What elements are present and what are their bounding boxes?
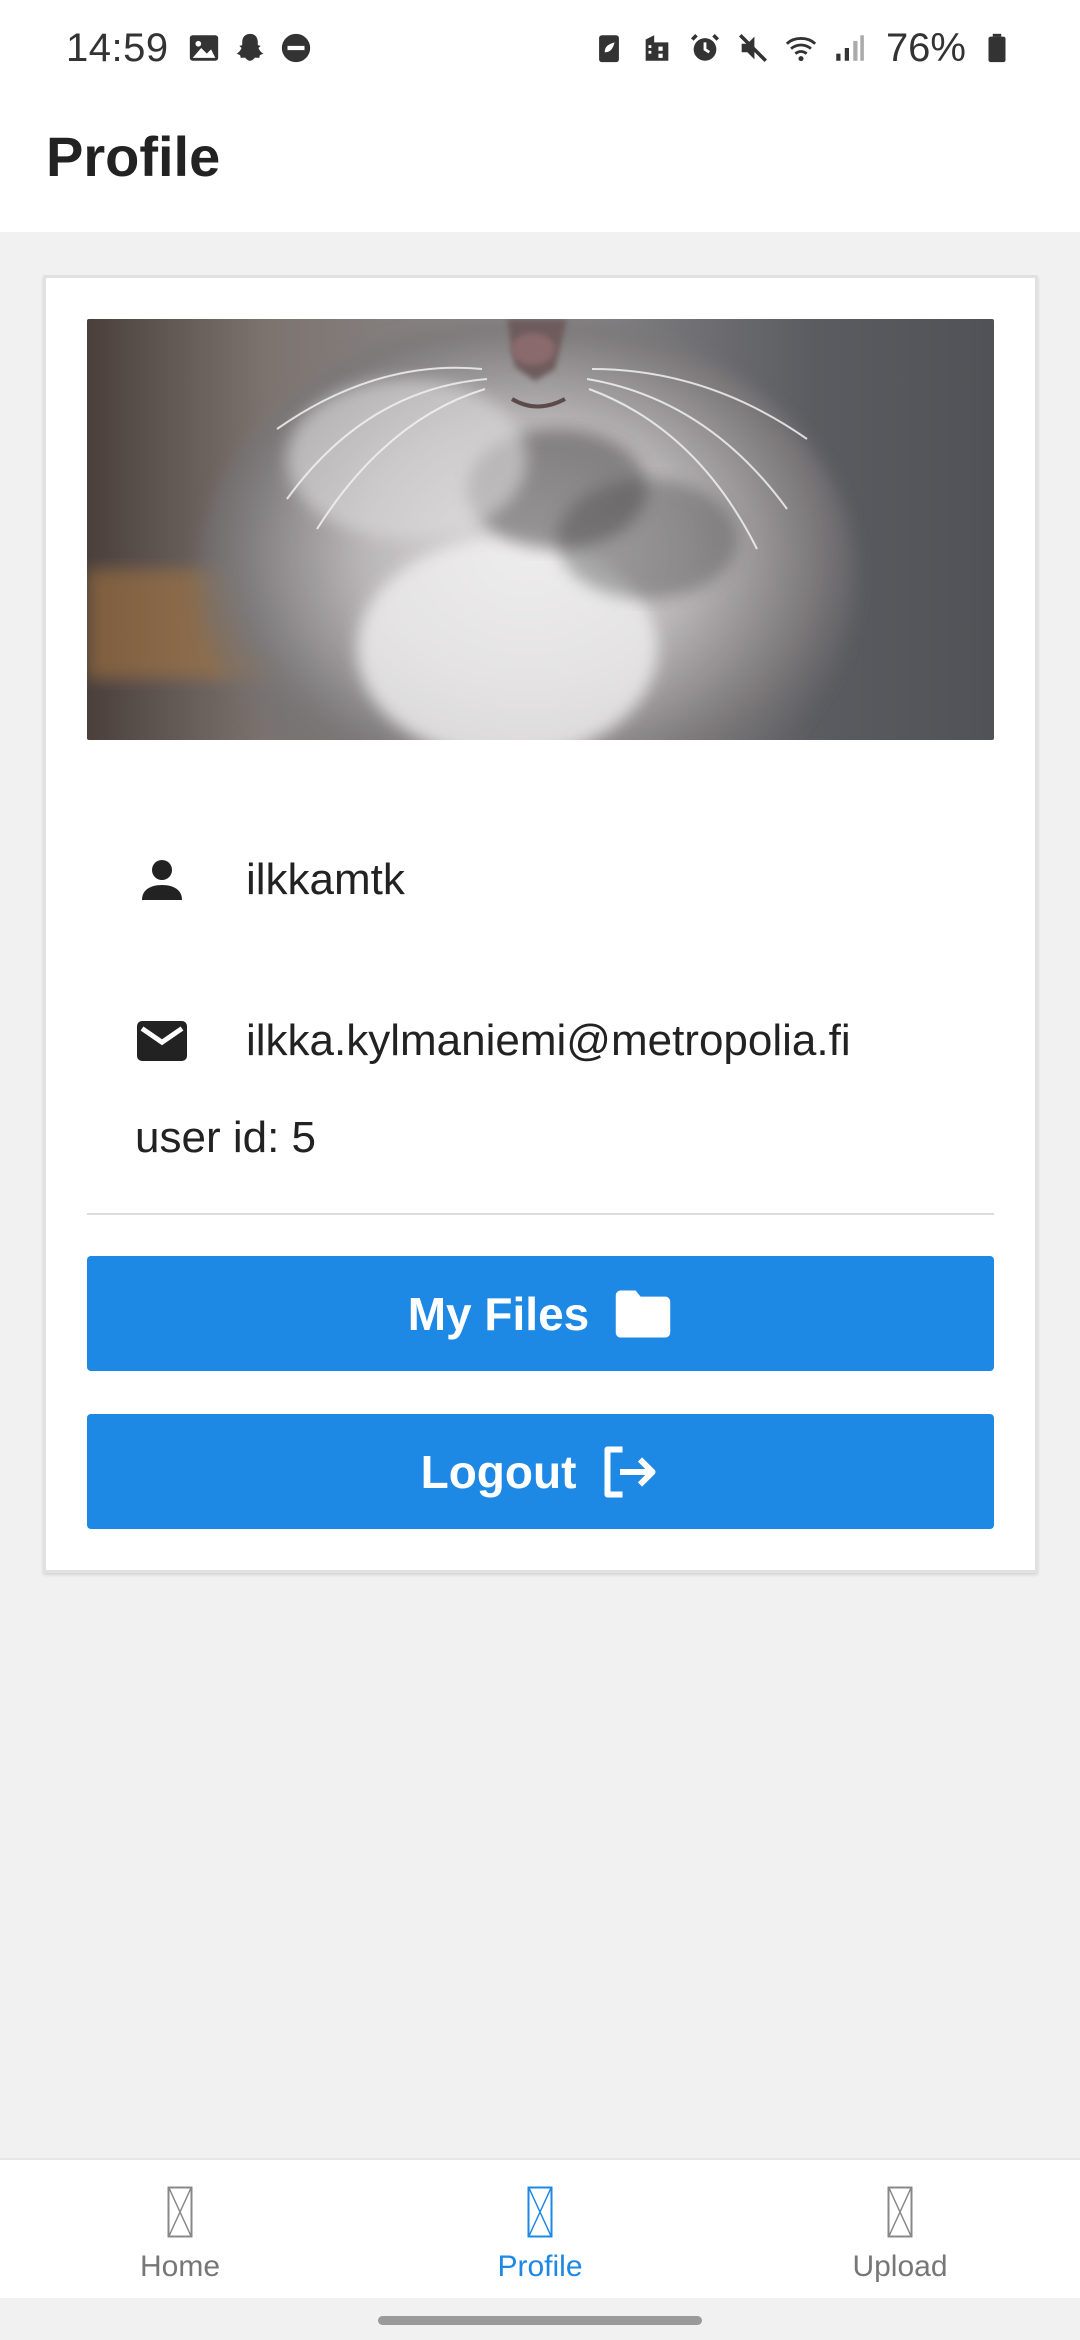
profile-image [87, 319, 994, 740]
nav-label-upload: Upload [852, 2250, 948, 2283]
status-bar: 14:59 76% [0, 0, 1080, 96]
screen: 14:59 76% Profile ilkkamtk ilkka.kylmani… [0, 0, 1080, 2340]
bottom-navigation: Home Profile Upload [0, 2158, 1080, 2298]
battery-icon [980, 31, 1014, 65]
signal-icon [832, 31, 866, 65]
logout-button[interactable]: Logout [87, 1414, 994, 1529]
user-id-row: user id: 5 [135, 1088, 316, 1188]
do-not-disturb-icon [279, 31, 313, 65]
battery-saver-icon [592, 31, 626, 65]
work-profile-icon [640, 31, 674, 65]
logout-label: Logout [420, 1445, 577, 1498]
username-text: ilkkamtk [246, 855, 405, 904]
upload-icon [887, 2186, 913, 2238]
home-indicator[interactable] [378, 2316, 702, 2325]
divider [87, 1213, 994, 1215]
status-time: 14:59 [66, 25, 169, 70]
profile-card: ilkkamtk ilkka.kylmaniemi@metropolia.fi … [43, 275, 1038, 1573]
user-id-text: user id: 5 [135, 1113, 316, 1162]
nav-label-profile: Profile [497, 2250, 583, 2283]
profile-icon [527, 2186, 553, 2238]
logout-icon [600, 1444, 660, 1500]
folder-icon [613, 1288, 673, 1340]
kitten-photo [87, 319, 994, 740]
battery-percentage: 76% [885, 25, 966, 70]
my-files-button[interactable]: My Files [87, 1256, 994, 1371]
status-right: 76% [592, 20, 1014, 76]
page-title: Profile [46, 125, 221, 188]
nav-item-upload[interactable]: Upload [720, 2160, 1080, 2300]
nav-item-home[interactable]: Home [0, 2160, 360, 2300]
nav-label-home: Home [139, 2250, 221, 2283]
nav-item-profile[interactable]: Profile [360, 2160, 720, 2300]
home-icon [167, 2186, 193, 2238]
mute-icon [736, 31, 770, 65]
app-header: Profile [0, 96, 1080, 232]
gesture-bar-area [0, 2298, 1080, 2340]
wifi-icon [784, 31, 818, 65]
my-files-label: My Files [407, 1287, 590, 1340]
email-row: ilkka.kylmaniemi@metropolia.fi [46, 986, 1041, 1096]
username-row: ilkkamtk [46, 825, 1041, 935]
status-left: 14:59 [66, 20, 313, 76]
email-text: ilkka.kylmaniemi@metropolia.fi [246, 1016, 851, 1065]
snapchat-icon [233, 31, 267, 65]
alarm-icon [688, 31, 722, 65]
gallery-icon [187, 31, 221, 65]
email-icon [132, 1011, 192, 1071]
person-icon [132, 850, 192, 910]
